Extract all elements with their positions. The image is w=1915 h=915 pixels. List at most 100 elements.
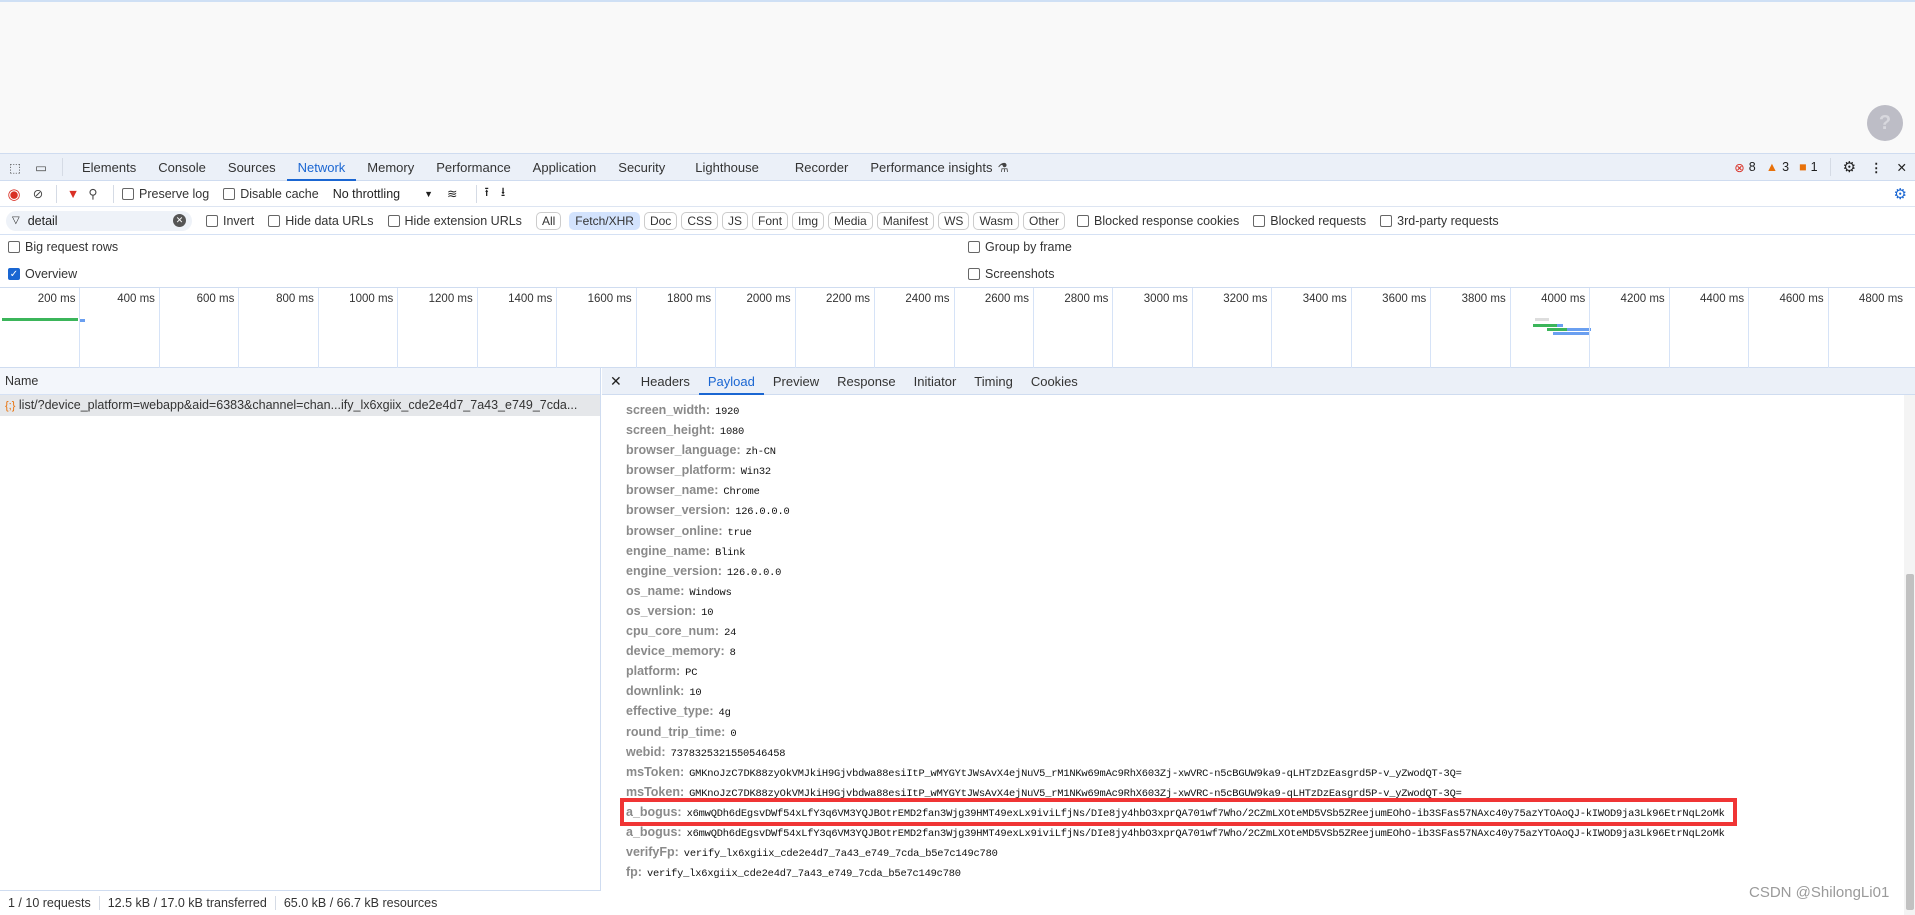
filter-input[interactable]: ▽ detail ✕: [6, 210, 192, 231]
filter-type-other[interactable]: Other: [1023, 211, 1066, 230]
request-name: list/?device_platform=webapp&aid=6383&ch…: [18, 398, 578, 412]
payload-key: platform:: [626, 664, 681, 679]
table-row[interactable]: {;} list/?device_platform=webapp&aid=638…: [0, 395, 600, 416]
filter-bar: ▽ detail ✕ Invert Hide data URLs Hide ex…: [0, 207, 1915, 235]
detail-tab-response[interactable]: Response: [828, 368, 905, 395]
tick-label: 2000 ms: [746, 293, 791, 305]
tab-application[interactable]: Application: [522, 154, 608, 181]
page-viewport: [0, 0, 1915, 153]
tab-sources[interactable]: Sources: [217, 154, 287, 181]
name-column-header[interactable]: Name: [0, 368, 600, 395]
clear-icon[interactable]: ⊘: [28, 186, 48, 201]
throttling-select[interactable]: No throttling: [333, 187, 400, 201]
filter-type-all[interactable]: All: [535, 211, 562, 230]
detail-tab-preview[interactable]: Preview: [764, 368, 828, 395]
close-detail-icon[interactable]: ✕: [602, 373, 632, 390]
blocked-cookies-checkbox[interactable]: Blocked response cookies: [1077, 214, 1239, 228]
inspect-element-icon[interactable]: ⬚: [2, 160, 28, 175]
blocked-requests-checkbox[interactable]: Blocked requests: [1253, 214, 1366, 228]
tab-network[interactable]: Network: [286, 154, 357, 181]
filter-type-css[interactable]: CSS: [681, 211, 718, 230]
tab-performance[interactable]: Performance: [425, 154, 521, 181]
hide-extension-urls-checkbox[interactable]: Hide extension URLs: [387, 214, 522, 228]
group-by-frame-checkbox[interactable]: Group by frame: [968, 240, 1072, 254]
close-icon[interactable]: ✕: [1897, 160, 1907, 175]
network-conditions-icon[interactable]: ≋: [447, 186, 457, 201]
scrollbar-thumb[interactable]: [1906, 574, 1914, 910]
question-circle-icon[interactable]: ?: [1867, 105, 1903, 141]
payload-key: fp:: [626, 865, 642, 880]
timeline-tick: 2400 ms: [874, 288, 953, 368]
timeline-tick: 3200 ms: [1191, 288, 1271, 368]
payload-row: screen_height: 1080: [626, 420, 1733, 440]
overview-checkbox[interactable]: ✓ Overview: [8, 267, 77, 281]
detail-tab-cookies[interactable]: Cookies: [1022, 368, 1087, 395]
detail-tab-headers[interactable]: Headers: [632, 368, 699, 395]
tick-label: 1000 ms: [349, 293, 394, 305]
payload-key: browser_language:: [626, 443, 741, 458]
xhr-icon: {;}: [5, 400, 16, 412]
payload-row: verifyFp: verify_lx6xgiix_cde2e4d7_7a43_e…: [626, 842, 1733, 862]
flask-icon: ⚗: [997, 160, 1009, 175]
warning-icon[interactable]: ▲: [1766, 160, 1778, 174]
filter-type-font[interactable]: Font: [752, 211, 789, 230]
timeline-tick: 800 ms: [238, 288, 317, 368]
detail-tab-payload[interactable]: Payload: [698, 368, 764, 395]
tab-console[interactable]: Console: [147, 154, 217, 181]
gear-icon[interactable]: ⚙: [1843, 158, 1856, 176]
timeline-tick: 3800 ms: [1430, 288, 1509, 368]
tab-security[interactable]: Security: [607, 154, 676, 181]
filter-type-wasm[interactable]: Wasm: [973, 211, 1019, 230]
detail-tab-initiator[interactable]: Initiator: [905, 368, 966, 395]
payload-row: screen_width: 1920: [626, 400, 1733, 420]
more-vert-icon[interactable]: ⋮: [1870, 160, 1883, 175]
payload-key: msToken:: [626, 784, 685, 799]
timeline-tick: 400 ms: [79, 288, 158, 368]
tab-memory[interactable]: Memory: [356, 154, 425, 181]
tab-lighthouse[interactable]: Lighthouse: [684, 154, 770, 181]
chevron-down-icon[interactable]: ▼: [424, 189, 433, 199]
filter-icon[interactable]: ▼: [65, 187, 81, 201]
third-party-checkbox[interactable]: 3rd-party requests: [1380, 214, 1499, 228]
timeline-tick: 3000 ms: [1112, 288, 1191, 368]
filter-type-media[interactable]: Media: [828, 211, 873, 230]
error-count[interactable]: 8: [1749, 160, 1756, 174]
filter-type-doc[interactable]: Doc: [643, 211, 678, 230]
payload-key: screen_height:: [626, 423, 715, 438]
big-rows-checkbox[interactable]: Big request rows: [8, 240, 118, 254]
invert-checkbox[interactable]: Invert: [206, 214, 254, 228]
network-overview[interactable]: 200 ms 400 ms 600 ms 800 ms 1000 ms 1200 ms 14…: [0, 287, 1915, 368]
screenshots-checkbox[interactable]: Screenshots: [968, 267, 1054, 281]
request-detail-pane: ✕ Headers Payload Preview Response Initiator…: [602, 368, 1915, 915]
tab-performance-insights[interactable]: Performance insights: [859, 154, 1003, 181]
payload-key: effective_type:: [626, 704, 714, 719]
settings-gear-icon[interactable]: ⚙: [1894, 185, 1907, 203]
download-icon[interactable]: ⭳: [501, 183, 505, 204]
clear-filter-icon[interactable]: ✕: [173, 214, 186, 227]
detail-tab-timing[interactable]: Timing: [965, 368, 1022, 395]
hide-data-urls-checkbox[interactable]: Hide data URLs: [268, 214, 374, 228]
payload-row: msToken: GMKnoJzC7DK88zyOkVMJkiH9Gjvbdwa8…: [626, 762, 1733, 782]
upload-icon[interactable]: ⭱: [485, 183, 489, 204]
request-count: 1 / 10 requests: [0, 896, 100, 910]
filter-type-manifest[interactable]: Manifest: [876, 211, 935, 230]
preserve-log-checkbox[interactable]: Preserve log: [122, 187, 209, 201]
error-icon[interactable]: ⊗: [1734, 160, 1744, 175]
issue-icon[interactable]: ■: [1799, 160, 1807, 174]
filter-type-img[interactable]: Img: [792, 211, 825, 230]
tab-elements[interactable]: Elements: [71, 154, 147, 181]
record-icon[interactable]: ◉: [0, 185, 28, 203]
disable-cache-checkbox[interactable]: Disable cache: [223, 187, 319, 201]
filter-type-fetchxhr[interactable]: Fetch/XHR: [569, 211, 640, 230]
resources-size: 65.0 kB / 66.7 kB resources: [283, 896, 438, 910]
issue-count[interactable]: 1: [1811, 160, 1818, 174]
filter-type-js[interactable]: JS: [722, 211, 749, 230]
payload-row: webid: 7378325321550546458: [626, 742, 1733, 762]
filter-type-ws[interactable]: WS: [938, 211, 970, 230]
payload-row: platform: PC: [626, 661, 1733, 681]
device-toolbar-icon[interactable]: ▭: [28, 160, 54, 175]
warning-count[interactable]: 3: [1782, 160, 1789, 174]
search-icon[interactable]: ⚲: [81, 186, 105, 201]
tab-recorder[interactable]: Recorder: [784, 154, 859, 181]
filter-value[interactable]: detail: [28, 214, 165, 228]
